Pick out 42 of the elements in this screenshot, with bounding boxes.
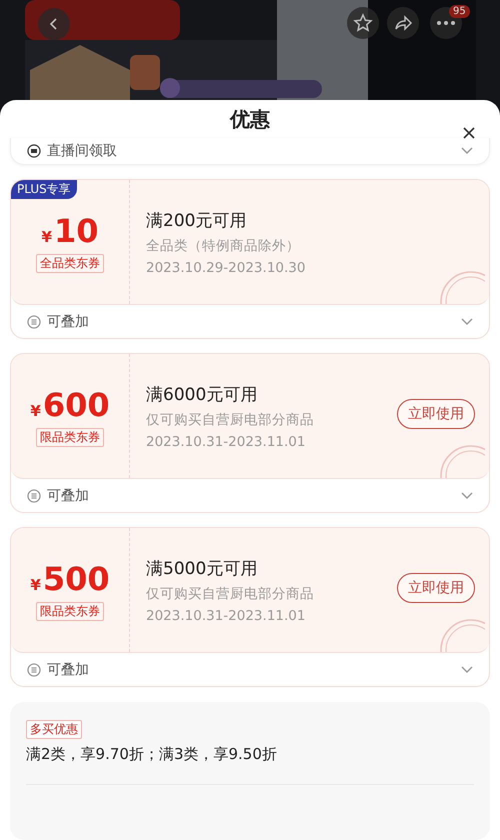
chevron-icon — [461, 147, 473, 156]
notification-badge: 95 — [449, 5, 470, 18]
category-tag: 限品类东券 — [36, 602, 104, 620]
currency-sign: ¥ — [42, 228, 52, 246]
sheet-title: 优惠 — [230, 106, 270, 133]
chevron-icon — [461, 492, 473, 500]
coupon-dates: 2023.10.29-2023.10.30 — [146, 260, 306, 276]
coupon-amount: 10 — [54, 212, 98, 250]
category-tag: 全品类东券 — [36, 254, 104, 272]
coupon-condition: 满5000元可用 — [146, 558, 258, 580]
coupon-amount: 500 — [42, 560, 110, 598]
coupon-amount: 600 — [42, 386, 110, 424]
stack-icon — [27, 314, 41, 328]
share-icon — [393, 13, 413, 33]
more-icon — [436, 20, 456, 26]
close-button[interactable] — [462, 126, 476, 140]
stackable-label: 可叠加 — [47, 660, 90, 678]
currency-sign: ¥ — [30, 576, 41, 594]
coupon-condition: 满200元可用 — [146, 210, 246, 232]
use-now-button[interactable]: 立即使用 — [397, 399, 475, 429]
star-icon — [353, 13, 373, 33]
multi-buy-tag: 多买优惠 — [26, 720, 82, 739]
coupon-scope: 仅可购买自营厨电部分商品 — [146, 410, 314, 428]
chevron-icon — [461, 318, 473, 326]
coupon-dates: 2023.10.31-2023.11.01 — [146, 434, 306, 450]
plus-tag: PLUS专享 — [11, 180, 77, 199]
coupon-scope: 仅可购买自营厨电部分商品 — [146, 584, 314, 602]
coupon-condition: 满6000元可用 — [146, 384, 258, 406]
currency-sign: ¥ — [30, 402, 41, 420]
live-row[interactable]: 直播间领取 — [10, 138, 490, 165]
live-label: 直播间领取 — [47, 142, 118, 160]
use-now-button[interactable]: 立即使用 — [397, 573, 475, 603]
coupon-scope: 全品类（特例商品除外） — [146, 236, 300, 254]
category-tag: 限品类东券 — [36, 428, 104, 446]
stack-icon — [27, 488, 41, 502]
live-icon — [27, 144, 41, 158]
stackable-label: 可叠加 — [47, 312, 90, 330]
chevron-icon — [461, 666, 473, 674]
multi-buy-text: 满2类，享9.70折；满3类，享9.50折 — [26, 745, 277, 764]
coupon-dates: 2023.10.31-2023.11.01 — [146, 608, 306, 624]
stackable-label: 可叠加 — [47, 486, 90, 504]
stack-icon — [27, 662, 41, 676]
